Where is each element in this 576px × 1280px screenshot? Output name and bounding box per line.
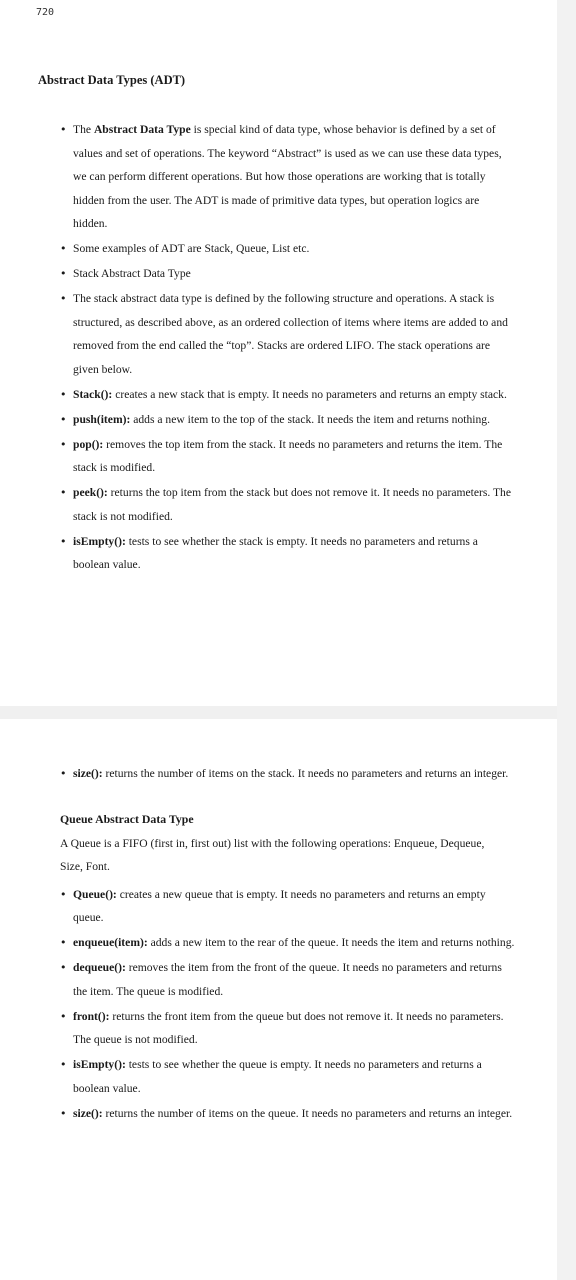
- stack-size-list: size(): returns the number of items on t…: [60, 762, 516, 787]
- list-item: Stack(): creates a new stack that is emp…: [60, 383, 516, 407]
- list-item: The Abstract Data Type is special kind o…: [60, 118, 516, 236]
- list-item: enqueue(item): adds a new item to the re…: [60, 931, 516, 955]
- list-item: pop(): removes the top item from the sta…: [60, 433, 516, 480]
- queue-bullet-list: Queue(): creates a new queue that is emp…: [60, 883, 516, 1126]
- list-item: dequeue(): removes the item from the fro…: [60, 956, 516, 1003]
- list-item: peek(): returns the top item from the st…: [60, 481, 516, 528]
- adt-bullet-list: The Abstract Data Type is special kind o…: [60, 118, 516, 578]
- document-title: Abstract Data Types (ADT): [38, 73, 186, 87]
- page-separator: [0, 706, 576, 719]
- list-item: isEmpty(): tests to see whether the queu…: [60, 1053, 516, 1100]
- section-heading: Queue Abstract Data Type: [60, 812, 194, 826]
- list-item: Queue(): creates a new queue that is emp…: [60, 883, 516, 930]
- list-item: size(): returns the number of items on t…: [60, 1102, 516, 1126]
- section-paragraph: A Queue is a FIFO (first in, first out) …: [60, 836, 485, 874]
- list-item: Stack Abstract Data Type: [60, 262, 516, 286]
- list-item: isEmpty(): tests to see whether the stac…: [60, 530, 516, 577]
- page-number: 720: [36, 7, 55, 18]
- list-item: The stack abstract data type is defined …: [60, 287, 516, 381]
- list-item: front(): returns the front item from the…: [60, 1005, 516, 1052]
- list-item: push(item): adds a new item to the top o…: [60, 408, 516, 432]
- queue-section: Queue Abstract Data Type A Queue is a FI…: [60, 808, 516, 1127]
- list-item: Some examples of ADT are Stack, Queue, L…: [60, 237, 516, 261]
- list-item: size(): returns the number of items on t…: [60, 762, 516, 786]
- scroll-gutter: [557, 0, 576, 1280]
